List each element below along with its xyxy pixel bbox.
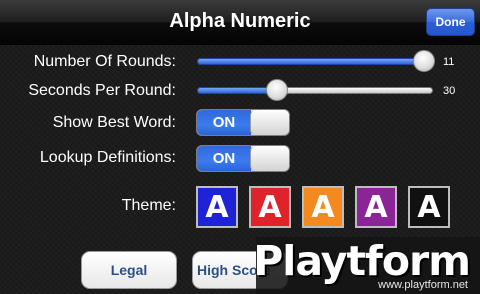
best-word-toggle-state: ON xyxy=(197,110,251,135)
seconds-slider[interactable] xyxy=(197,78,433,102)
legal-button[interactable]: Legal xyxy=(81,251,177,289)
rounds-slider[interactable] xyxy=(197,49,435,73)
theme-label: Theme: xyxy=(121,197,176,214)
watermark-logo: Playtform xyxy=(253,237,471,285)
watermark: Playtform www.playtform.net xyxy=(253,237,480,294)
best-word-toggle-knob xyxy=(250,110,289,135)
definitions-label: Lookup Definitions: xyxy=(39,149,176,166)
seconds-slider-thumb[interactable] xyxy=(266,79,289,101)
rounds-slider-fill xyxy=(197,58,424,65)
seconds-value: 30 xyxy=(443,85,456,97)
rounds-value: 11 xyxy=(443,56,455,68)
theme-black-button[interactable]: A xyxy=(408,186,450,228)
nav-bar: Alpha Numeric Done xyxy=(0,0,480,45)
best-word-toggle[interactable]: ON xyxy=(196,109,290,136)
best-word-label: Show Best Word: xyxy=(52,114,176,131)
done-button[interactable]: Done xyxy=(426,8,475,36)
settings-screen: Alpha Numeric Done Number Of Rounds: 11 … xyxy=(0,0,480,294)
seconds-slider-fill xyxy=(197,87,278,94)
definitions-toggle-state: ON xyxy=(197,146,251,171)
definitions-toggle-knob xyxy=(250,146,289,171)
theme-orange-button[interactable]: A xyxy=(302,186,344,228)
rounds-slider-thumb[interactable] xyxy=(412,50,435,72)
theme-purple-button[interactable]: A xyxy=(355,186,397,228)
theme-blue-button[interactable]: A xyxy=(196,186,238,228)
watermark-url: www.playtform.net xyxy=(378,279,468,291)
rounds-label: Number Of Rounds: xyxy=(33,53,176,70)
definitions-toggle[interactable]: ON xyxy=(196,145,290,172)
seconds-label: Seconds Per Round: xyxy=(28,82,176,99)
page-title: Alpha Numeric xyxy=(169,10,311,32)
theme-red-button[interactable]: A xyxy=(249,186,291,228)
theme-options: A A A A A xyxy=(196,186,450,228)
